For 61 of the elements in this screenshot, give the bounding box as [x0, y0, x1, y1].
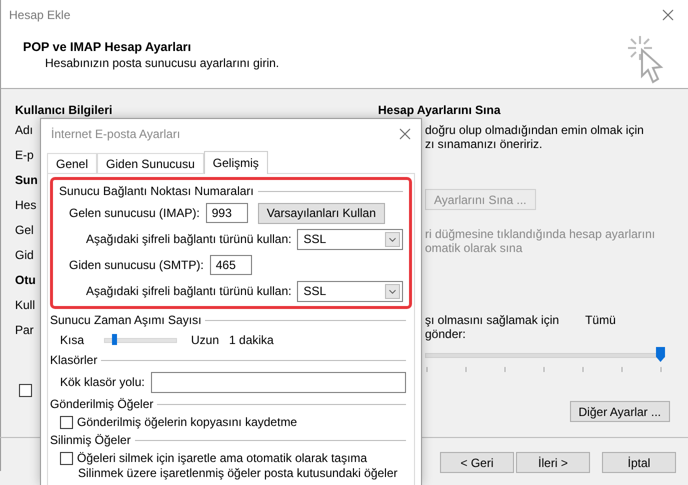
checkbox[interactable]: [60, 416, 73, 428]
wizard-button[interactable]: < Geri: [440, 452, 514, 473]
field-label: Hes: [15, 198, 38, 213]
root-folder-field[interactable]: [150, 372, 406, 392]
group-heading: Klasörler: [50, 353, 98, 367]
group-heading: Sunucu Zaman Aşımı Sayısı: [50, 313, 202, 327]
field-label: Kök klasör yolu:: [60, 375, 145, 389]
slider-label: Kısa: [60, 333, 84, 347]
close-icon[interactable]: [662, 9, 674, 21]
checkbox-label: Gönderilmiş öğelerin kopyasını kaydetme: [77, 415, 298, 429]
chevron-icon: [385, 284, 400, 298]
group-heading: Gönderilmiş Öğeler: [50, 397, 154, 411]
dropdown[interactable]: SSL: [297, 228, 403, 250]
checkbox-label: Öğeleri silmek için işaretle ama otomatik olarak taşıma: [77, 451, 368, 465]
section-heading: Sun: [15, 173, 39, 188]
slider-thumb[interactable]: [112, 334, 118, 345]
tab[interactable]: Giden Sunucusu: [97, 153, 204, 173]
section-heading: Otu: [15, 273, 37, 288]
wizard-button[interactable]: İptal: [602, 452, 676, 473]
page-subtitle: Hesabınızın posta sunucusu ayarlarını girin.: [45, 56, 280, 70]
field-label: Gelen sunucusu (IMAP):: [69, 206, 200, 220]
wizard-button[interactable]: İleri >: [516, 452, 590, 473]
section-heading: Hesap Ayarlarını Sına: [378, 103, 502, 117]
chevron-icon: [385, 232, 400, 246]
field-label: Adı: [15, 123, 34, 138]
field-label: Kull: [15, 298, 36, 313]
checkbox[interactable]: [19, 384, 32, 397]
group-heading: Silinmiş Öğeler: [50, 433, 131, 447]
more-settings-button[interactable]: Diğer Ayarlar ...: [570, 401, 670, 422]
description-text: şı olmasını sağlamak için: [425, 313, 560, 327]
window-title: Hesap Ekle: [9, 8, 70, 22]
field-label: Gid: [15, 248, 35, 263]
description-text: gönder:: [425, 327, 466, 341]
description-text: zı sınamanızı öneririz.: [425, 137, 542, 151]
option-text: ri düğmesine tıklandığında hesap ayarlarını: [425, 227, 656, 241]
field-label: Giden sunucusu (SMTP):: [69, 258, 204, 272]
option-text: omatik olarak sına: [425, 241, 524, 255]
tab[interactable]: Gelişmiş: [204, 151, 268, 174]
tab[interactable]: Genel: [47, 153, 98, 173]
group-heading: Sunucu Bağlantı Noktası Numaraları: [59, 184, 254, 198]
description-text: Silinmek üzere işaretlenmiş öğeler posta kutusundaki öğeler: [78, 467, 398, 480]
field-label: Aşağıdaki şifreli bağlantı türünü kullan:: [86, 284, 292, 298]
close-icon[interactable]: [399, 128, 411, 140]
dropdown[interactable]: SSL: [297, 280, 403, 302]
field-label: Par: [15, 323, 35, 338]
field-label: E-p: [15, 148, 35, 163]
section-heading: Kullanıcı Bilgileri: [15, 103, 114, 117]
page-title: POP ve IMAP Hesap Ayarları: [23, 40, 192, 54]
slider-value: 1 dakika: [229, 333, 274, 347]
port-field[interactable]: 993: [206, 203, 248, 223]
dialog-title: İnternet E-posta Ayarları: [51, 127, 180, 141]
port-field[interactable]: 465: [210, 255, 252, 275]
slider-value: Tümü: [585, 313, 616, 327]
timeout-slider[interactable]: [104, 333, 178, 347]
field-label: Aşağıdaki şifreli bağlantı türünü kullan:: [86, 232, 292, 246]
checkbox[interactable]: [60, 452, 73, 464]
description-text: doğru olup olmadığından emin olmak için: [425, 123, 644, 137]
slider-label: Uzun: [191, 333, 220, 347]
slider-thumb[interactable]: [656, 347, 665, 362]
field-label: Gel: [15, 223, 35, 238]
use-defaults-button[interactable]: Varsayılanları Kullan: [258, 202, 385, 224]
